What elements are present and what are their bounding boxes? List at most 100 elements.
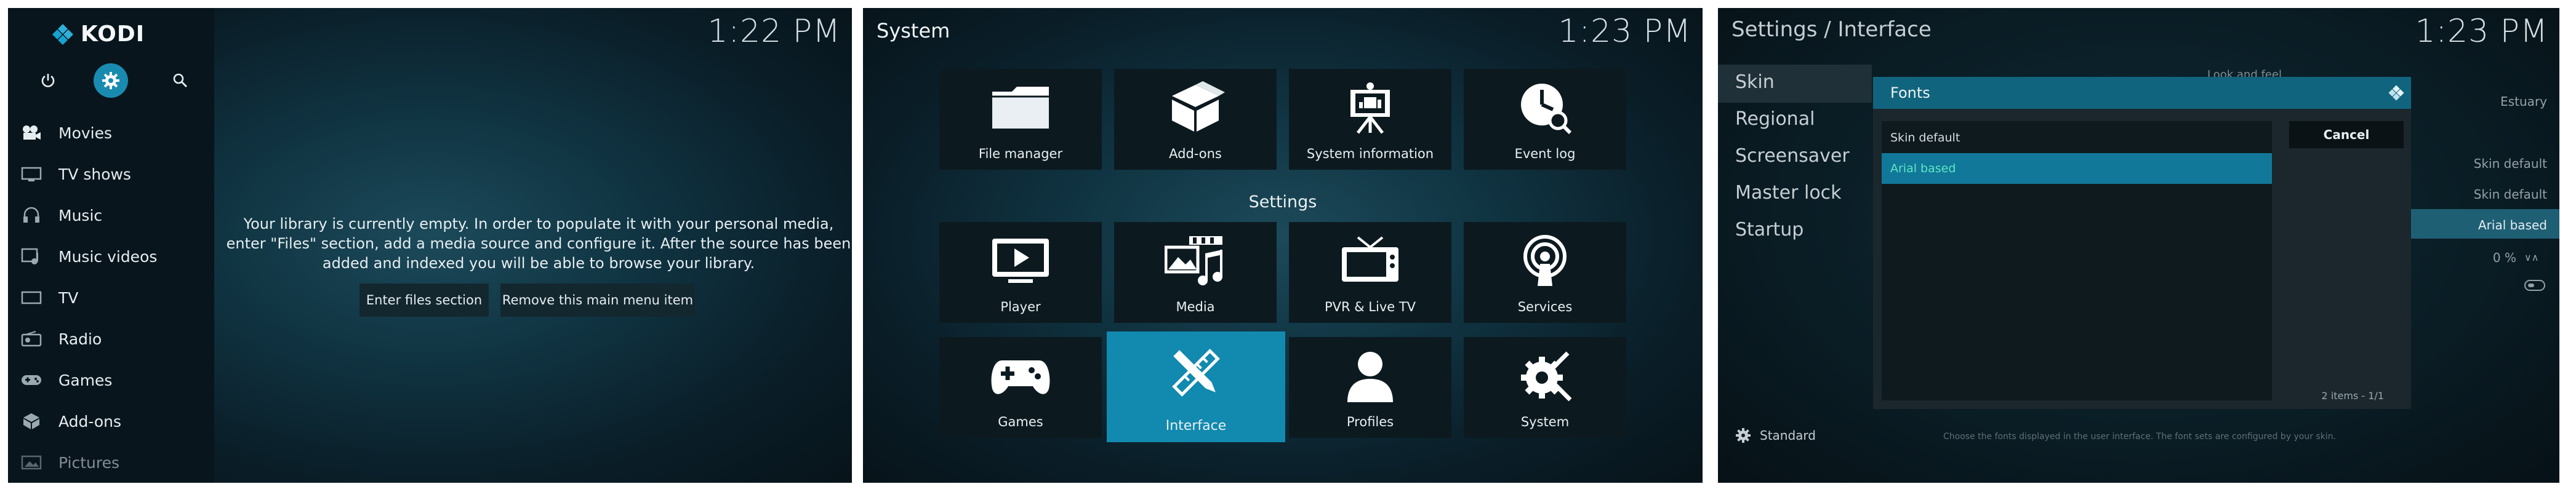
category-screensaver[interactable]: Screensaver [1735, 145, 1850, 167]
services-icon [1464, 233, 1626, 288]
tile-label: Add-ons [1169, 146, 1222, 161]
tile-label: System [1520, 415, 1570, 429]
clock: 1:23 PM [1558, 13, 1691, 50]
menu-item-pictures[interactable]: Pictures [8, 444, 214, 481]
radio-icon [18, 331, 45, 347]
menu-item-addons[interactable]: Add-ons [8, 403, 214, 440]
movies-icon [18, 125, 45, 141]
list-item-selected[interactable]: Arial based [1882, 153, 2272, 184]
toggle-switch[interactable] [2524, 280, 2545, 291]
remove-menu-item-button[interactable]: Remove this main menu item [500, 284, 695, 317]
gear-icon [1736, 428, 1751, 443]
search-icon [173, 73, 188, 88]
interface-settings-screen: Settings / Interface 1:23 PM Skin Region… [1718, 8, 2559, 483]
list-item[interactable]: Skin default [1882, 122, 2272, 153]
page-title: Settings / Interface [1731, 17, 1932, 42]
home-sidebar: KODI Movies TV shows Music Music videos … [8, 8, 214, 483]
category-skin[interactable]: Skin [1735, 71, 1775, 93]
settings-level-button[interactable]: Standard [1735, 427, 1816, 443]
menu-item-music[interactable]: Music [8, 197, 214, 234]
addons-box-icon [1114, 80, 1277, 135]
power-icon [41, 74, 55, 87]
tile-addons[interactable]: Add-ons [1114, 69, 1277, 170]
system-info-icon [1289, 80, 1451, 135]
system-gear-icon [1464, 348, 1626, 403]
search-button[interactable] [163, 63, 198, 98]
tile-profiles[interactable]: Profiles [1289, 337, 1451, 438]
settings-button[interactable] [94, 63, 128, 98]
menu-item-tv[interactable]: TV [8, 279, 214, 316]
menu-item-games[interactable]: Games [8, 362, 214, 399]
tile-file-manager[interactable]: File manager [939, 69, 1102, 170]
category-master-lock[interactable]: Master lock [1735, 182, 1842, 204]
tile-services[interactable]: Services [1464, 222, 1626, 323]
fonts-dialog: Fonts Skin default Arial based Cancel 2 … [1873, 77, 2411, 409]
tile-label: Player [1000, 300, 1041, 314]
zoom-stepper[interactable]: ∨∧ [2524, 252, 2538, 263]
event-log-icon [1464, 80, 1626, 135]
setting-value-theme[interactable]: Skin default [2474, 156, 2547, 171]
tile-player[interactable]: Player [939, 222, 1102, 323]
menu-label: Games [58, 371, 113, 389]
tile-label: Services [1517, 300, 1573, 314]
tile-label: Media [1176, 300, 1215, 314]
pvr-tv-icon [1289, 233, 1451, 288]
games-icon [18, 373, 45, 387]
tile-system[interactable]: System [1464, 337, 1626, 438]
tv-shows-icon [18, 166, 45, 182]
tile-system-information[interactable]: System information [1289, 69, 1451, 170]
power-button[interactable] [31, 63, 65, 98]
menu-label: Music videos [58, 247, 158, 266]
tile-label: Interface [1165, 418, 1227, 434]
tile-label: Profiles [1346, 415, 1394, 429]
dialog-title: Fonts [1890, 84, 1930, 101]
cancel-button[interactable]: Cancel [2289, 121, 2404, 148]
menu-item-movies[interactable]: Movies [8, 114, 214, 151]
media-icon [1114, 233, 1277, 288]
enter-files-section-button[interactable]: Enter files section [359, 284, 489, 317]
player-icon [939, 233, 1102, 288]
clock: 1:23 PM [2415, 13, 2548, 50]
empty-library-message: Your library is currently empty. In orde… [226, 215, 851, 272]
category-regional[interactable]: Regional [1735, 108, 1815, 130]
fonts-list: Skin default Arial based [1882, 121, 2272, 400]
profiles-icon [1289, 348, 1451, 403]
setting-value-fonts[interactable]: Arial based [2478, 218, 2547, 232]
kodi-home-screen: KODI Movies TV shows Music Music videos … [8, 8, 852, 483]
dialog-header: Fonts [1873, 77, 2411, 109]
pictures-icon [18, 454, 45, 470]
app-name: KODI [81, 22, 145, 47]
tile-label: Event log [1514, 146, 1576, 161]
tile-label: File manager [978, 146, 1063, 161]
tile-media[interactable]: Media [1114, 222, 1277, 323]
tile-games[interactable]: Games [939, 337, 1102, 438]
menu-label: TV shows [58, 165, 131, 183]
kodi-logo-icon [2388, 85, 2404, 101]
folder-icon [939, 80, 1102, 135]
menu-label: Music [58, 206, 103, 224]
music-videos-icon [18, 248, 45, 265]
tile-event-log[interactable]: Event log [1464, 69, 1626, 170]
menu-label: Movies [58, 124, 113, 142]
menu-label: Radio [58, 330, 102, 348]
menu-item-music-videos[interactable]: Music videos [8, 238, 214, 275]
kodi-logo-icon [52, 23, 73, 45]
tv-icon [18, 290, 45, 306]
setting-value-skin[interactable]: Estuary [2500, 94, 2547, 109]
tile-pvr-live-tv[interactable]: PVR & Live TV [1289, 222, 1451, 323]
clock: 1:22 PM [707, 13, 841, 50]
page-title: System [877, 19, 950, 42]
settings-heading: Settings [1248, 192, 1317, 212]
menu-item-tv-shows[interactable]: TV shows [8, 156, 214, 192]
category-startup[interactable]: Startup [1735, 219, 1804, 240]
setting-value-zoom[interactable]: 0 % [2493, 250, 2516, 265]
menu-label: Pictures [58, 453, 119, 472]
item-count: 2 items - 1/1 [2321, 390, 2384, 402]
setting-value-colours[interactable]: Skin default [2474, 187, 2547, 202]
menu-item-radio[interactable]: Radio [8, 320, 214, 357]
system-screen: System 1:23 PM File manager Add-ons Syst… [863, 8, 1703, 483]
tile-interface[interactable]: Interface [1107, 331, 1285, 442]
tile-label: PVR & Live TV [1324, 300, 1416, 314]
tile-label: Games [998, 415, 1043, 429]
addons-icon [18, 412, 45, 430]
